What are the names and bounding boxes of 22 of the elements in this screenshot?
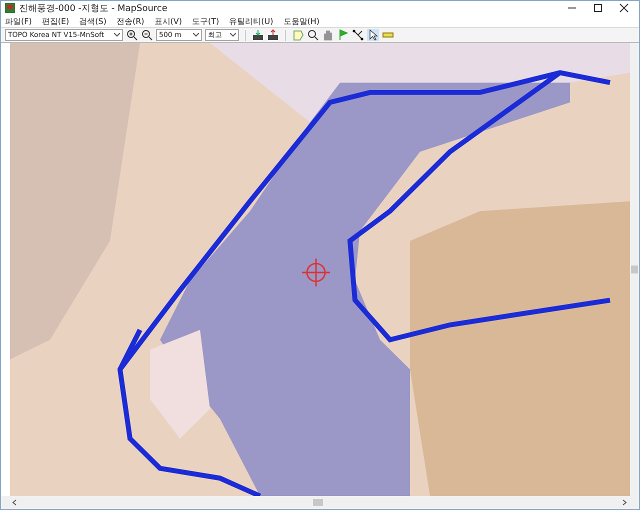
caret-icon <box>114 33 120 37</box>
menu-item[interactable]: 파일(F) <box>5 16 32 26</box>
menu-item[interactable]: 편집(E) <box>42 16 70 26</box>
zoom-out-icon[interactable] <box>141 29 153 41</box>
app-icon <box>5 3 15 13</box>
menu-item[interactable]: 표시(V) <box>154 16 182 26</box>
route-tool-icon[interactable] <box>352 29 364 41</box>
send-device-icon[interactable] <box>267 29 279 41</box>
menu-item[interactable]: 도구(T) <box>192 16 220 26</box>
pointer-icon[interactable] <box>367 29 379 41</box>
menu-item[interactable]: 도움말(H) <box>283 16 320 26</box>
zoom-tool-icon[interactable] <box>307 29 319 41</box>
menu-item[interactable]: 검색(S) <box>79 16 106 26</box>
menu-item[interactable]: 유틸리티(U) <box>229 16 274 26</box>
topographic-map-drawing[interactable] <box>10 43 630 496</box>
caret-icon <box>193 33 199 37</box>
zoom-in-icon[interactable] <box>126 29 138 41</box>
receive-device-icon[interactable] <box>252 29 264 41</box>
menu-item[interactable]: 전송(R) <box>116 16 144 26</box>
hand-icon[interactable] <box>322 29 334 41</box>
caret-icon <box>230 33 236 37</box>
window-title: 진해풍경-000 -지형도 - MapSource <box>19 2 168 14</box>
